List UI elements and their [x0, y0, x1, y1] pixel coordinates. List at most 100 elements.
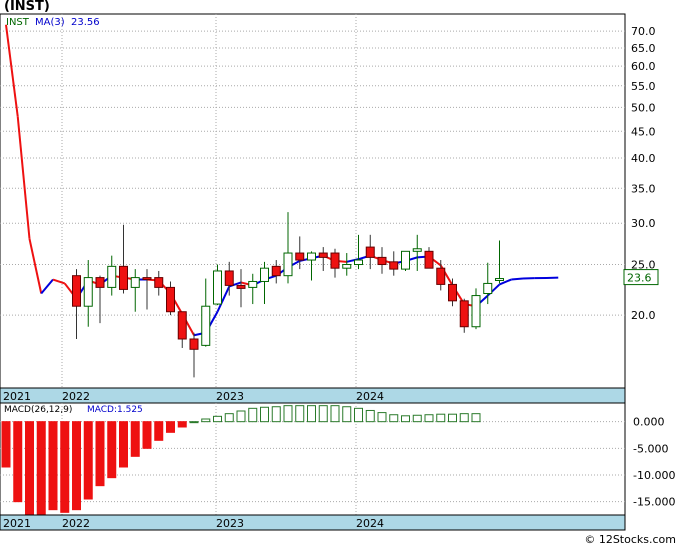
candle-body: [330, 252, 340, 269]
macd-bar: [318, 405, 328, 423]
price-tick-label: 70.0: [631, 25, 656, 38]
macd-x-label: 2024: [356, 517, 384, 530]
last-price-tag: 23.6: [623, 269, 659, 286]
macd-tick-label: -15.000: [633, 496, 675, 509]
candle-body: [318, 252, 328, 258]
candle-body: [72, 275, 81, 307]
macd-bar: [213, 415, 222, 423]
candle-body: [365, 246, 375, 258]
candle: [401, 250, 410, 271]
ma-segment: [511, 277, 524, 281]
last-price-value: 23.6: [627, 272, 652, 285]
macd-y-axis: 0.000 -5.000 -10.000 -15.000: [633, 416, 675, 509]
price-tick-label: 60.0: [631, 60, 656, 73]
candle-body: [342, 264, 352, 269]
price-time-strip: [0, 387, 626, 404]
macd-time-strip: [0, 514, 626, 531]
macd-bar: [307, 405, 316, 423]
site-credit: © 12Stocks.com: [584, 533, 676, 546]
macd-bar: [354, 407, 363, 423]
macd-bar: [201, 418, 211, 423]
candle-body: [130, 277, 140, 288]
stock-chart: 70.065.060.055.050.045.040.035.030.025.0…: [0, 13, 675, 531]
macd-tick-label: -10.000: [633, 469, 675, 482]
candle-body: [236, 284, 246, 289]
candle-body: [177, 311, 187, 340]
macd-bar: [295, 405, 305, 423]
candle: [213, 264, 222, 306]
macd-bar: [330, 405, 340, 423]
macd-bar: [459, 413, 469, 423]
candle-body: [213, 270, 222, 305]
macd-bar: [154, 421, 164, 441]
macd-bar: [72, 421, 81, 511]
macd-bar: [224, 413, 234, 423]
macd-bar: [189, 421, 199, 424]
candle-body: [389, 261, 399, 270]
candle-body: [354, 259, 363, 266]
candle-body: [224, 270, 234, 286]
macd-bar: [448, 413, 457, 423]
candle-body: [83, 277, 93, 307]
macd-bar: [436, 413, 446, 423]
macd-bar: [389, 414, 399, 423]
macd-bar: [130, 421, 140, 457]
macd-bar: [13, 421, 23, 503]
macd-bar: [166, 421, 175, 433]
macd-bar: [365, 409, 375, 423]
macd-bar: [377, 412, 387, 423]
candle-body: [107, 265, 117, 288]
legend-ma-label: MA(3): [35, 17, 65, 28]
price-x-label: 2022: [62, 390, 90, 403]
candle-body: [119, 265, 128, 290]
candle-body: [471, 295, 481, 328]
candle-body: [459, 300, 469, 328]
candle-body: [260, 267, 269, 282]
price-tick-label: 35.0: [631, 182, 656, 195]
price-x-label: 2023: [216, 390, 244, 403]
price-plot-area: [0, 13, 626, 389]
price-tick-label: 50.0: [631, 101, 656, 114]
candle-body: [271, 265, 281, 277]
candle-body: [436, 267, 446, 285]
macd-tick-label: -5.000: [633, 442, 668, 455]
macd-bar: [83, 421, 93, 500]
candle-body: [307, 252, 316, 261]
macd-bar: [283, 405, 293, 423]
macd-legend-value: MACD:1.525: [87, 405, 143, 415]
price-tick-label: 30.0: [631, 217, 656, 230]
candle-body: [189, 338, 199, 350]
macd-bar: [260, 406, 269, 423]
macd-bar: [25, 421, 34, 524]
candle-body: [154, 277, 164, 288]
price-x-label: 2021: [3, 390, 31, 403]
macd-bar: [107, 421, 117, 479]
price-tick-label: 40.0: [631, 152, 656, 165]
macd-bar: [60, 421, 70, 513]
price-tick-label: 55.0: [631, 80, 656, 93]
macd-bar: [342, 406, 352, 423]
candle-body: [377, 256, 387, 266]
macd-bar: [424, 414, 434, 423]
macd-bar: [36, 421, 46, 516]
macd-bar: [248, 407, 258, 423]
candle-body: [401, 250, 410, 270]
macd-bar: [471, 413, 481, 423]
candle-body: [412, 248, 422, 252]
macd-legend-label: MACD(26,12,9): [4, 405, 72, 415]
price-tick-label: 20.0: [631, 309, 656, 322]
macd-x-label: 2021: [3, 517, 31, 530]
macd-bar: [95, 421, 105, 487]
candle-body: [448, 283, 457, 302]
candle-body: [166, 286, 175, 313]
candle-body: [424, 250, 434, 269]
candle-body: [201, 305, 211, 346]
macd-bar: [177, 421, 187, 428]
macd-bar: [236, 410, 246, 423]
macd-x-label: 2022: [62, 517, 90, 530]
legend-symbol: INST: [6, 17, 30, 28]
candle-body: [483, 282, 493, 295]
candle-body: [248, 280, 258, 288]
macd-bar: [1, 421, 11, 468]
price-tick-label: 65.0: [631, 42, 656, 55]
